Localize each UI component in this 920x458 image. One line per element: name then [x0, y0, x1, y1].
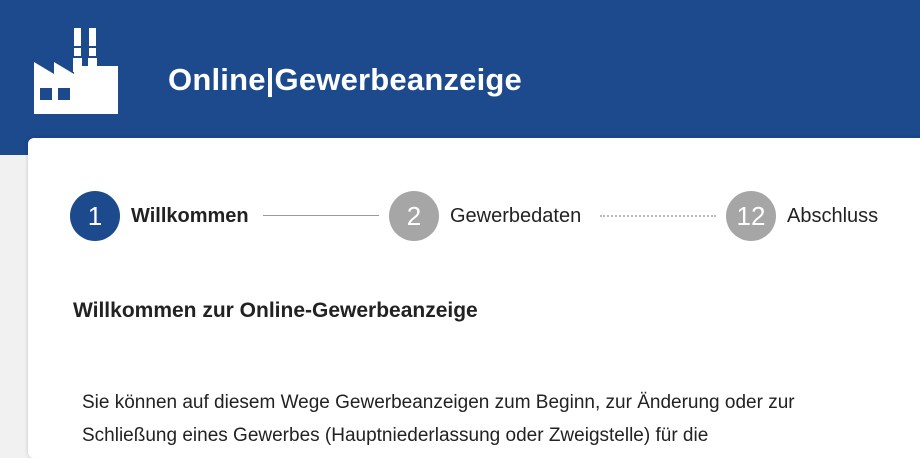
step-connector-1 [263, 215, 379, 216]
page-heading: Willkommen zur Online-Gewerbeanzeige [73, 299, 478, 322]
step-1-circle[interactable]: 1 [70, 191, 120, 241]
step-connector-2 [600, 215, 716, 217]
step-12-circle[interactable]: 12 [726, 191, 776, 241]
intro-line-1: Sie können auf diesem Wege Gewerbeanzeig… [82, 392, 795, 413]
step-2-circle[interactable]: 2 [389, 191, 439, 241]
intro-line-2: Schließung eines Gewerbes (Hauptniederla… [82, 425, 709, 446]
factory-icon [34, 28, 118, 114]
app-header: Online|Gewerbeanzeige [0, 0, 920, 155]
intro-text: Sie können auf diesem Wege Gewerbeanzeig… [82, 386, 892, 452]
step-2-label[interactable]: Gewerbedaten [450, 204, 581, 228]
step-1-label[interactable]: Willkommen [131, 204, 249, 228]
step-12-label[interactable]: Abschluss [787, 204, 878, 228]
app-title: Online|Gewerbeanzeige [168, 62, 522, 97]
